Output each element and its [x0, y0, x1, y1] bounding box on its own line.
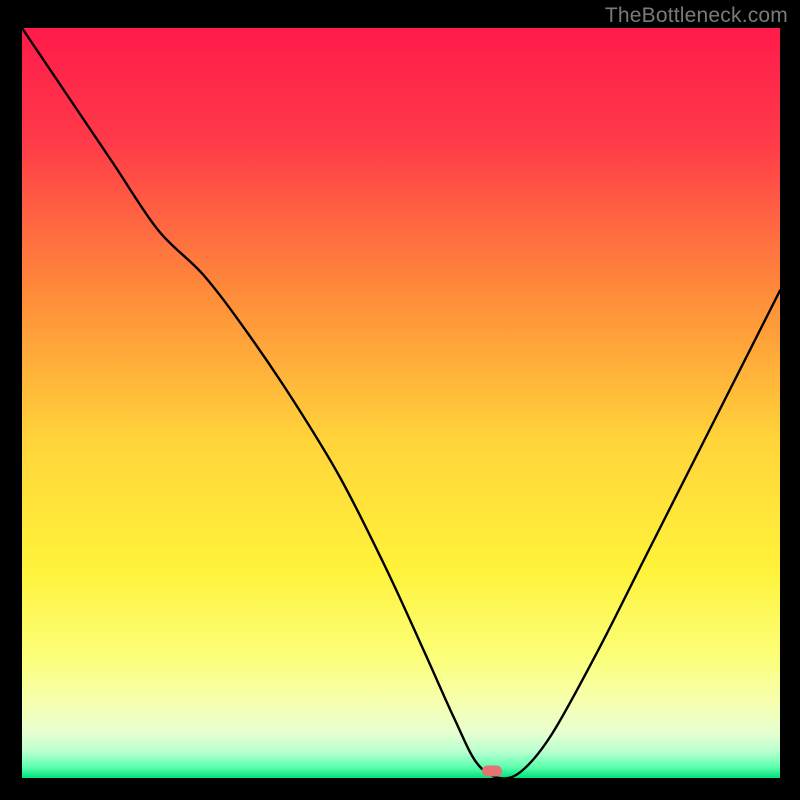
plot-area — [22, 28, 780, 778]
bottleneck-curve — [22, 28, 780, 778]
chart-frame: TheBottleneck.com — [0, 0, 800, 800]
optimal-marker-icon — [482, 765, 502, 776]
watermark-text: TheBottleneck.com — [605, 4, 788, 28]
